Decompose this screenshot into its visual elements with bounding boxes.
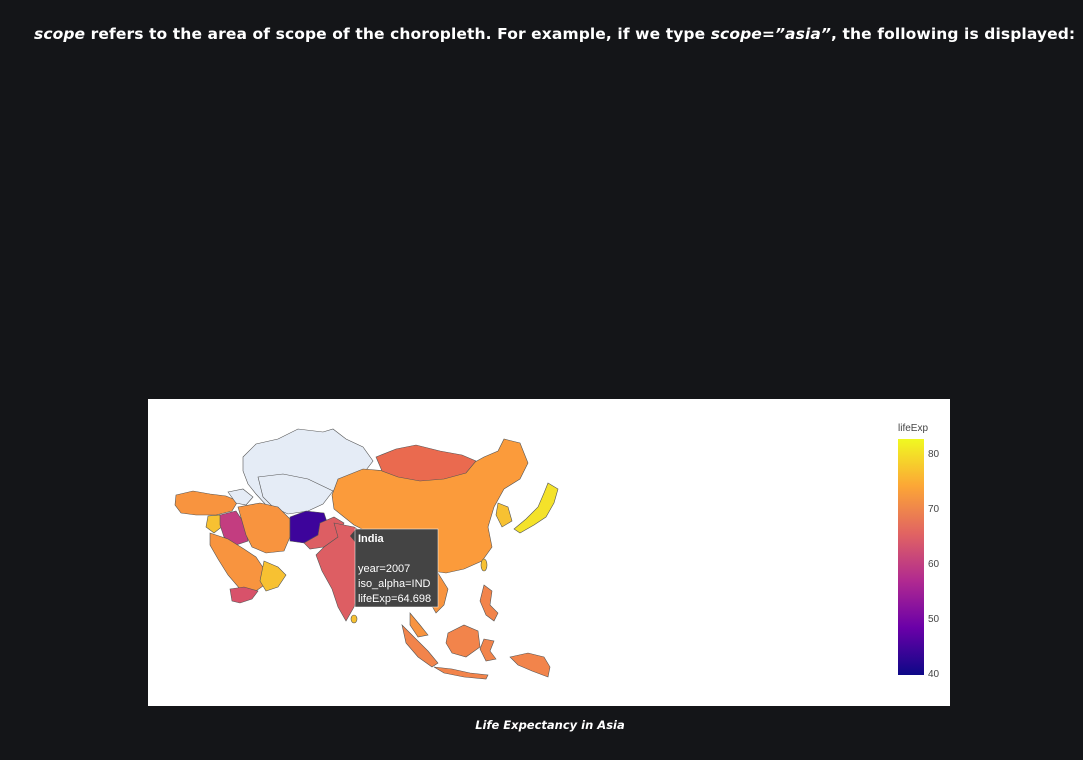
region-japan[interactable] bbox=[513, 482, 559, 534]
region-taiwan[interactable] bbox=[480, 558, 488, 572]
colorbar-tick-60: 60 bbox=[928, 559, 940, 570]
region-korea[interactable] bbox=[495, 502, 513, 528]
colorbar[interactable]: lifeExp 80 70 60 50 40 bbox=[898, 423, 940, 680]
region-new-guinea[interactable] bbox=[509, 652, 551, 678]
region-malaysia[interactable] bbox=[409, 612, 429, 638]
scope-code: scope=”asia” bbox=[710, 25, 831, 43]
region-java[interactable] bbox=[433, 666, 489, 680]
tooltip-country: India bbox=[358, 533, 385, 545]
paragraph-text-2: , the following is displayed: bbox=[831, 25, 1076, 43]
colorbar-tick-40: 40 bbox=[928, 669, 940, 680]
colorbar-tick-70: 70 bbox=[928, 504, 940, 515]
region-philippines[interactable] bbox=[479, 584, 499, 622]
tooltip-iso: iso_alpha=IND bbox=[358, 578, 431, 590]
colorbar-title: lifeExp bbox=[898, 423, 928, 434]
paragraph-text-1: refers to the area of scope of the choro… bbox=[85, 25, 711, 43]
tooltip-year: year=2007 bbox=[358, 563, 410, 575]
colorbar-tick-50: 50 bbox=[928, 614, 940, 625]
region-sulawesi[interactable] bbox=[479, 638, 497, 662]
region-oman[interactable] bbox=[259, 560, 287, 592]
colorbar-gradient bbox=[898, 439, 924, 675]
hover-tooltip: India year=2007 iso_alpha=IND lifeExp=64… bbox=[350, 528, 439, 608]
colorbar-tick-80: 80 bbox=[928, 449, 940, 460]
scope-paragraph: scope refers to the area of scope of the… bbox=[34, 25, 1075, 43]
scope-term: scope bbox=[34, 25, 86, 43]
region-borneo[interactable] bbox=[445, 624, 481, 658]
choropleth-figure[interactable]: India year=2007 iso_alpha=IND lifeExp=64… bbox=[148, 399, 950, 706]
figure-caption: Life Expectancy in Asia bbox=[475, 718, 625, 732]
asia-map[interactable]: India year=2007 iso_alpha=IND lifeExp=64… bbox=[148, 399, 950, 706]
region-sri-lanka[interactable] bbox=[350, 614, 358, 624]
tooltip-lifeexp: lifeExp=64.698 bbox=[358, 593, 431, 605]
region-turkey[interactable] bbox=[174, 490, 239, 516]
